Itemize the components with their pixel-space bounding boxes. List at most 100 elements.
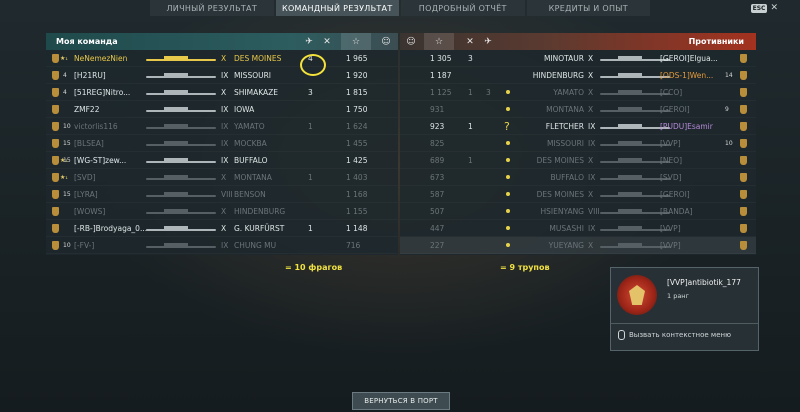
plane-icon[interactable]: ✈ bbox=[301, 33, 317, 50]
ship-silhouette-icon bbox=[146, 186, 216, 202]
exp-value: 1 168 bbox=[346, 189, 368, 199]
player-name: [-RB-]Brodyaga_0... bbox=[74, 223, 148, 233]
my-team-title: Моя команда bbox=[56, 37, 118, 46]
planes-value: 3 bbox=[486, 87, 491, 97]
table-row[interactable]: 15 [LYRA] VIII BENSON 1 168 bbox=[46, 186, 398, 203]
table-row[interactable]: 507 HSIENYANG VIII [BANDA] bbox=[400, 203, 756, 220]
dot-shape bbox=[506, 175, 510, 179]
table-row[interactable]: ★₁ NeNemezNien X DES MOINES 4 1 965 bbox=[46, 50, 398, 67]
my-team-list: ★₁ NeNemezNien X DES MOINES 4 1 965 4 [H21RU] IX… bbox=[46, 50, 398, 254]
frags-value: 1 bbox=[468, 121, 473, 131]
exp-value: 673 bbox=[430, 172, 445, 182]
ship-tier: IX bbox=[588, 172, 596, 182]
ship-name: FLETCHER bbox=[545, 121, 584, 131]
player-name: [GEROI]Elgua... bbox=[660, 53, 718, 63]
table-row[interactable]: ★₁ [SVD] X MONTANA 1 1 403 bbox=[46, 169, 398, 186]
ship-shape bbox=[146, 208, 216, 214]
wreck-marker-icon bbox=[506, 84, 510, 100]
player-name: [VVP]antibiotik_177 bbox=[667, 278, 741, 287]
service-level: 9 bbox=[725, 105, 729, 113]
rank-badge-icon bbox=[740, 118, 747, 134]
badge-shape bbox=[740, 70, 747, 80]
service-level: 10 bbox=[63, 122, 71, 130]
ship-shape bbox=[146, 123, 216, 129]
esc-key-label: ESC bbox=[750, 3, 768, 13]
table-row[interactable]: 15 [BLSEA] IX MOCKBA 1 455 bbox=[46, 135, 398, 152]
player-name: [GEROI] bbox=[660, 189, 690, 199]
badge-shape bbox=[52, 138, 59, 148]
ship-shape bbox=[146, 157, 216, 163]
star-icon[interactable]: ☆ bbox=[341, 33, 371, 50]
frags-value: 3 bbox=[468, 53, 473, 63]
table-row[interactable]: 1 125 1 3 YAMATO X [CCO] bbox=[400, 84, 756, 101]
table-row[interactable]: [-RB-]Brodyaga_0... X G. KURFÜRST 1 1 148 bbox=[46, 220, 398, 237]
tab-personal-result[interactable]: ЛИЧНЫЙ РЕЗУЛЬТАТ bbox=[150, 0, 274, 16]
rank-badge-icon bbox=[52, 118, 59, 134]
plane-icon[interactable]: ✈ bbox=[480, 33, 496, 50]
player-name: [51REG]Nitro... bbox=[74, 87, 131, 97]
table-row[interactable]: 1 187 HINDENBURG X [ODS-1]Wen... 14 bbox=[400, 67, 756, 84]
frags-icon[interactable]: ✕ bbox=[319, 33, 335, 50]
ship-tier: X bbox=[221, 53, 227, 63]
wreck-marker-icon bbox=[506, 101, 510, 117]
laurel-icon[interactable]: ☺ bbox=[404, 33, 418, 50]
ship-silhouette-icon bbox=[146, 135, 216, 151]
dot-shape bbox=[506, 192, 510, 196]
table-row[interactable]: 673 BUFFALO IX [SVD] bbox=[400, 169, 756, 186]
table-row[interactable]: 10 [-FV-] IX CHUNG MU 716 bbox=[46, 237, 398, 254]
rank-badge-icon bbox=[52, 237, 59, 253]
table-row[interactable]: 1 305 3 MINOTAUR X [GEROI]Elgua... bbox=[400, 50, 756, 67]
player-name: [VVP] bbox=[660, 138, 681, 148]
table-row[interactable]: 10 victorlis116 IX YAMATO 1 1 624 bbox=[46, 118, 398, 135]
rank-badge-icon bbox=[740, 203, 747, 219]
table-row[interactable]: 923 1? FLETCHER IX [PUDU]Esamir bbox=[400, 118, 756, 135]
ship-name: HSIENYANG bbox=[540, 206, 584, 216]
ship-name: BENSON bbox=[234, 189, 266, 199]
table-row[interactable]: 4 [51REG]Nitro... X SHIMAKAZE 3 1 815 bbox=[46, 84, 398, 101]
exp-value: 923 bbox=[430, 121, 445, 131]
tab-credits-exp[interactable]: КРЕДИТЫ И ОПЫТ bbox=[526, 0, 650, 16]
laurel-icon[interactable]: ☺ bbox=[379, 33, 393, 50]
table-row[interactable]: 447 MUSASHI IX [VVP] bbox=[400, 220, 756, 237]
player-name: [H21RU] bbox=[74, 70, 106, 80]
table-row[interactable]: [WOWS] X HINDENBURG 1 155 bbox=[46, 203, 398, 220]
ship-name: SHIMAKAZE bbox=[234, 87, 279, 97]
rank-badge-icon bbox=[52, 84, 59, 100]
player-name: [PUDU]Esamir bbox=[660, 121, 713, 131]
ship-shape bbox=[146, 174, 216, 180]
ship-tier: X bbox=[588, 155, 594, 165]
tab-team-result[interactable]: КОМАНДНЫЙ РЕЗУЛЬТАТ bbox=[275, 0, 399, 16]
enemy-team-list: 1 305 3 MINOTAUR X [GEROI]Elgua... 1 187 HINDE… bbox=[400, 50, 756, 254]
exp-value: 1 148 bbox=[346, 223, 368, 233]
close-button[interactable]: ESC ✕ bbox=[750, 3, 778, 13]
rank-badge-icon bbox=[740, 152, 747, 168]
exp-value: 1 187 bbox=[430, 70, 452, 80]
badge-shape bbox=[740, 138, 747, 148]
ship-name: G. KURFÜRST bbox=[234, 223, 285, 233]
table-row[interactable]: ZMF22 IX IOWA 1 750 bbox=[46, 101, 398, 118]
ship-silhouette-icon bbox=[146, 118, 216, 134]
table-row[interactable]: 15 ★₁ [WG-ST]zew... IX BUFFALO 1 425 bbox=[46, 152, 398, 169]
frags-total-annotation: = 10 фрагов bbox=[285, 263, 343, 272]
table-row[interactable]: 689 1 DES MOINES X [NEO] bbox=[400, 152, 756, 169]
frags-icon[interactable]: ✕ bbox=[462, 33, 478, 50]
player-name: [BLSEA] bbox=[74, 138, 104, 148]
table-row[interactable]: 227 YUEYANG X [VVP] bbox=[400, 237, 756, 254]
player-name: [GEROI] bbox=[660, 104, 690, 114]
player-card[interactable]: [VVP]antibiotik_177 1 ранг Вызвать конте… bbox=[610, 267, 759, 351]
rank-stars-icon: ★₁ bbox=[60, 54, 68, 62]
tab-detailed-report[interactable]: ПОДРОБНЫЙ ОТЧЁТ bbox=[401, 0, 525, 16]
return-to-port-button[interactable]: ВЕРНУТЬСЯ В ПОРТ bbox=[352, 392, 450, 410]
table-row[interactable]: 825 MISSOURI IX [VVP] 10 bbox=[400, 135, 756, 152]
star-icon[interactable]: ☆ bbox=[424, 33, 454, 50]
table-row[interactable]: 931 MONTANA X [GEROI] 9 bbox=[400, 101, 756, 118]
ship-shape bbox=[146, 106, 216, 112]
ship-tier: IX bbox=[221, 70, 229, 80]
ship-name: MISSOURI bbox=[546, 138, 584, 148]
table-row[interactable]: 4 [H21RU] IX MISSOURI 1 920 bbox=[46, 67, 398, 84]
table-row[interactable]: 587 DES MOINES X [GEROI] bbox=[400, 186, 756, 203]
service-level: 4 bbox=[63, 71, 67, 79]
frags-value: 1 bbox=[308, 223, 313, 233]
dot-shape bbox=[506, 158, 510, 162]
exp-value: 1 920 bbox=[346, 70, 368, 80]
